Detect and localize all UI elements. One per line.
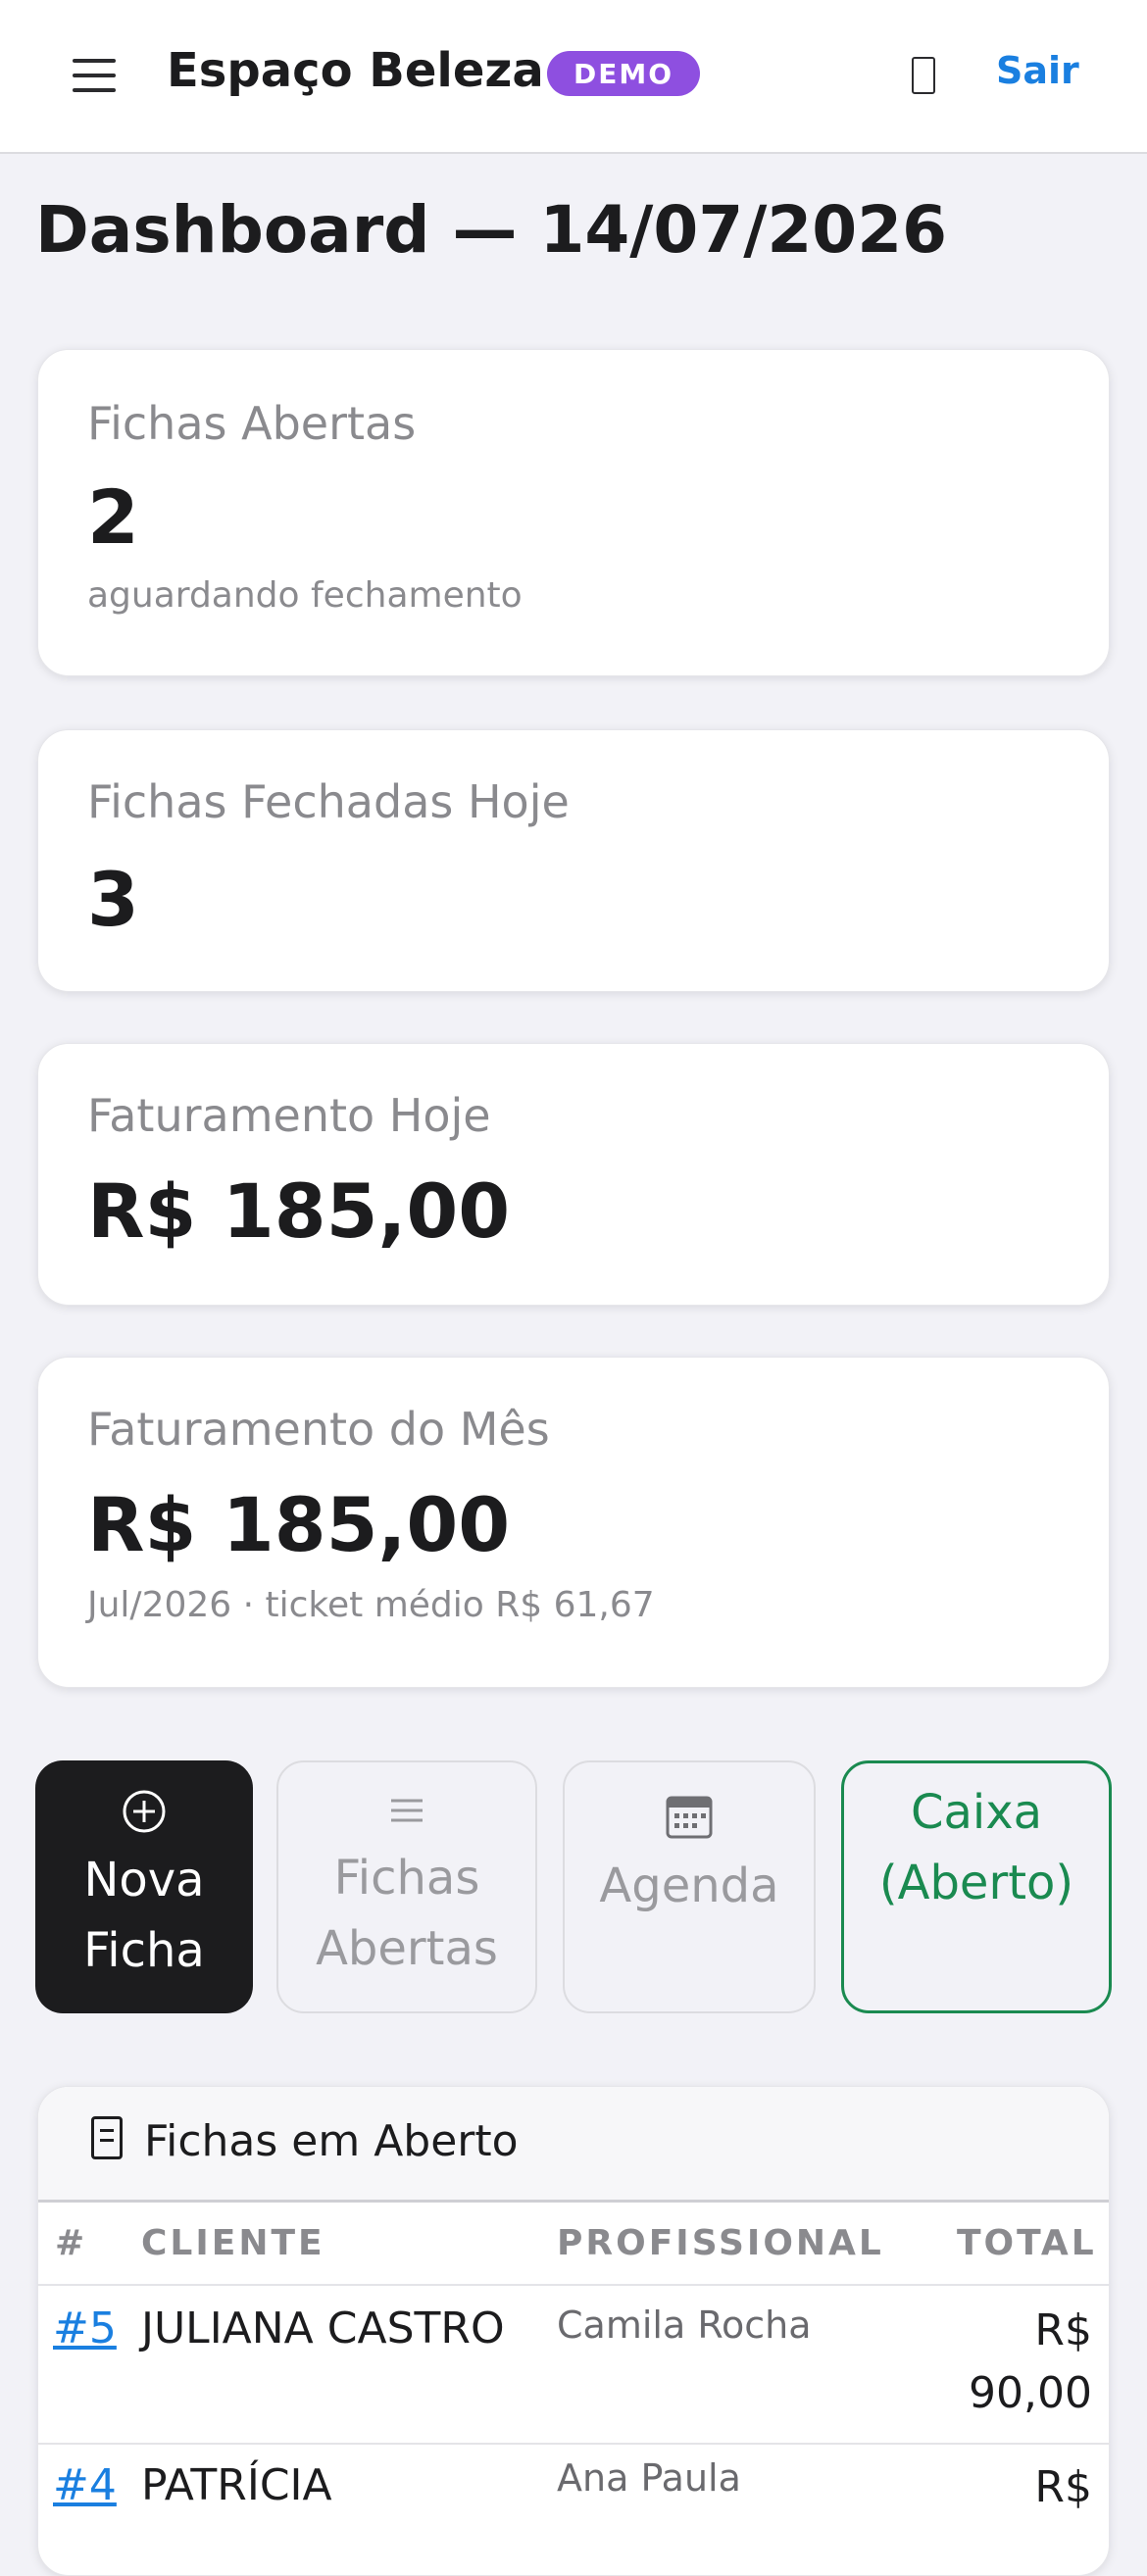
button-label: Agenda xyxy=(599,1858,779,1913)
nova-ficha-button[interactable]: Nova Ficha xyxy=(35,1760,253,2013)
row-divider xyxy=(37,2284,1110,2286)
ticket-id-link[interactable]: #4 xyxy=(53,2460,117,2510)
card-faturamento-hoje: Faturamento Hoje R$ 185,00 xyxy=(37,1043,1110,1306)
card-value: R$ 185,00 xyxy=(87,1481,511,1568)
plus-circle-icon xyxy=(123,1790,166,1833)
card-subtitle: Jul/2026 · ticket médio R$ 61,67 xyxy=(87,1585,655,1625)
card-fichas-abertas: Fichas Abertas 2 aguardando fechamento xyxy=(37,349,1110,676)
caixa-button[interactable]: Caixa (Aberto) xyxy=(841,1760,1112,2013)
demo-badge: DEMO xyxy=(547,51,700,96)
ticket-professional: Ana Paula xyxy=(557,2456,741,2500)
card-label: Fichas Abertas xyxy=(87,397,417,450)
card-value: 2 xyxy=(87,473,139,561)
page-title: Dashboard — 14/07/2026 xyxy=(35,192,948,268)
button-label-line1: Fichas xyxy=(333,1851,480,1906)
card-label: Faturamento Hoje xyxy=(87,1089,491,1142)
table-title: Fichas em Aberto xyxy=(144,2116,519,2166)
calendar-icon xyxy=(666,1796,713,1839)
ticket-professional: Camila Rocha xyxy=(557,2304,812,2347)
card-subtitle: aguardando fechamento xyxy=(87,575,523,616)
card-faturamento-mes: Faturamento do Mês R$ 185,00 Jul/2026 · … xyxy=(37,1357,1110,1688)
logout-button[interactable]: Sair xyxy=(996,49,1079,92)
row-divider xyxy=(37,2443,1110,2445)
document-icon xyxy=(91,2116,123,2159)
agenda-button[interactable]: Agenda xyxy=(563,1760,816,2013)
app-title: Espaço Beleza xyxy=(167,43,544,98)
column-header-professional: PROFISSIONAL xyxy=(557,2223,884,2263)
card-value: 3 xyxy=(87,856,139,943)
ticket-total: R$ 90,00 xyxy=(969,2300,1092,2425)
button-label-line2: Ficha xyxy=(83,1923,205,1978)
column-header-total: TOTAL xyxy=(957,2223,1097,2263)
column-header-id: # xyxy=(55,2223,88,2263)
button-label-line1: Caixa xyxy=(910,1785,1043,1840)
ticket-client: JULIANA CASTRO xyxy=(141,2304,505,2353)
card-value: R$ 185,00 xyxy=(87,1167,511,1255)
table-card-header: Fichas em Aberto xyxy=(38,2087,1109,2203)
button-label-line2: Abertas xyxy=(316,1921,498,1976)
ticket-total-amount: 90,00 xyxy=(969,2368,1092,2418)
ticket-client: PATRÍCIA xyxy=(141,2460,332,2510)
button-label-line1: Nova xyxy=(83,1853,205,1907)
hamburger-icon[interactable] xyxy=(73,59,116,94)
list-icon xyxy=(391,1799,423,1822)
ticket-total-currency: R$ xyxy=(1034,2305,1092,2355)
button-label-line2: (Aberto) xyxy=(878,1856,1074,1910)
column-header-client: CLIENTE xyxy=(141,2223,325,2263)
notification-icon[interactable] xyxy=(912,57,935,94)
card-label: Fichas Fechadas Hoje xyxy=(87,775,570,828)
fichas-abertas-button[interactable]: Fichas Abertas xyxy=(276,1760,537,2013)
ticket-id-link[interactable]: #5 xyxy=(53,2304,117,2353)
card-label: Faturamento do Mês xyxy=(87,1403,550,1456)
card-fichas-fechadas-hoje: Fichas Fechadas Hoje 3 xyxy=(37,729,1110,992)
top-bar: Espaço Beleza DEMO Sair xyxy=(0,0,1147,154)
ticket-total: R$ xyxy=(1034,2456,1092,2519)
ticket-total-currency: R$ xyxy=(1034,2462,1092,2512)
